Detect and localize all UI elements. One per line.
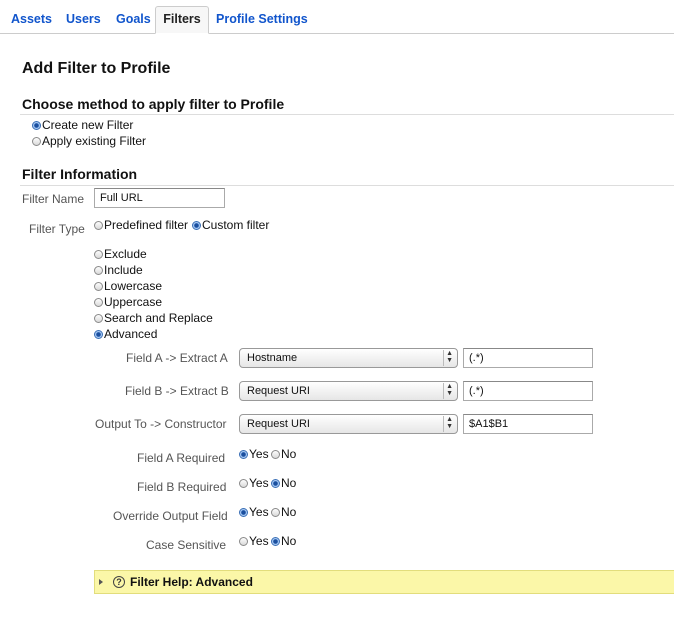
divider (20, 114, 674, 115)
radio-label: Include (104, 263, 143, 277)
radio-apply-existing-filter[interactable]: Apply existing Filter (32, 134, 146, 148)
filter-info-section-title: Filter Information (22, 166, 138, 182)
radio-label: Yes (249, 534, 269, 548)
field-b-required-no[interactable]: No (271, 476, 296, 490)
radio-selected-icon[interactable] (271, 478, 280, 488)
radio-unselected-icon[interactable] (271, 449, 280, 459)
output-select[interactable]: Request URI ▲ ▼ (239, 414, 458, 434)
radio-unselected-icon[interactable] (94, 297, 103, 307)
override-output-yes[interactable]: Yes (239, 505, 269, 519)
filter-name-input[interactable]: Full URL (94, 188, 225, 208)
radio-label: Apply existing Filter (42, 134, 147, 148)
radio-lowercase[interactable]: Lowercase (94, 279, 162, 293)
divider (20, 185, 674, 186)
radio-label: Yes (249, 505, 269, 519)
radio-label: Search and Replace (104, 311, 213, 325)
case-sensitive-yes[interactable]: Yes (239, 534, 269, 548)
radio-unselected-icon[interactable] (271, 507, 280, 517)
constructor-input[interactable]: $A1$B1 (463, 414, 593, 434)
field-a-required-yes[interactable]: Yes (239, 447, 269, 461)
radio-label: Uppercase (104, 295, 163, 309)
select-arrows-icon: ▲ ▼ (443, 350, 453, 366)
radio-label: No (281, 447, 297, 461)
field-a-required-label: Field A Required (137, 451, 226, 465)
filter-help-label[interactable]: Filter Help: Advanced (130, 575, 253, 589)
select-arrows-icon: ▲ ▼ (443, 383, 453, 399)
radio-selected-icon[interactable] (239, 507, 248, 517)
radio-unselected-icon[interactable] (239, 536, 248, 546)
field-a-label: Field A -> Extract A (126, 351, 228, 365)
radio-unselected-icon[interactable] (94, 220, 103, 230)
method-section-title: Choose method to apply filter to Profile (22, 96, 285, 112)
filter-type-label: Filter Type (29, 222, 85, 236)
tab-assets[interactable]: Assets (7, 7, 56, 34)
radio-label: No (281, 534, 297, 548)
field-a-select[interactable]: Hostname ▲ ▼ (239, 348, 458, 368)
radio-custom-filter[interactable]: Custom filter (192, 218, 269, 232)
tab-filters[interactable]: Filters (155, 6, 209, 34)
radio-unselected-icon[interactable] (94, 265, 103, 275)
radio-label: Custom filter (202, 218, 270, 232)
radio-selected-icon[interactable] (271, 536, 280, 546)
filter-name-label: Filter Name (22, 192, 85, 206)
tab-users[interactable]: Users (62, 7, 105, 34)
tab-profile-settings[interactable]: Profile Settings (212, 7, 312, 34)
case-sensitive-no[interactable]: No (271, 534, 296, 548)
question-circle-icon: ? (113, 576, 125, 588)
radio-unselected-icon[interactable] (94, 281, 103, 291)
field-b-required-label: Field B Required (137, 480, 227, 494)
page-title: Add Filter to Profile (22, 60, 171, 77)
field-a-extract-input[interactable]: (.*) (463, 348, 593, 368)
radio-create-new-filter[interactable]: Create new Filter (32, 118, 133, 132)
select-arrows-icon: ▲ ▼ (443, 416, 453, 432)
field-b-select[interactable]: Request URI ▲ ▼ (239, 381, 458, 401)
radio-label: Exclude (104, 247, 147, 261)
radio-selected-icon[interactable] (94, 329, 103, 339)
field-b-extract-input[interactable]: (.*) (463, 381, 593, 401)
field-a-required-no[interactable]: No (271, 447, 296, 461)
radio-label: Yes (249, 476, 269, 490)
radio-include[interactable]: Include (94, 263, 143, 277)
select-value: Request URI (247, 418, 310, 430)
radio-selected-icon[interactable] (192, 220, 201, 230)
radio-label: Yes (249, 447, 269, 461)
field-b-required-yes[interactable]: Yes (239, 476, 269, 490)
radio-unselected-icon[interactable] (239, 478, 248, 488)
tab-bar: Assets Users Goals Filters Profile Setti… (0, 0, 674, 34)
case-sensitive-label: Case Sensitive (146, 538, 227, 552)
override-output-label: Override Output Field (113, 509, 228, 523)
radio-selected-icon[interactable] (239, 449, 248, 459)
radio-uppercase[interactable]: Uppercase (94, 295, 162, 309)
triangle-right-icon[interactable] (99, 579, 103, 585)
field-b-label: Field B -> Extract B (125, 384, 229, 398)
radio-search-and-replace[interactable]: Search and Replace (94, 311, 213, 325)
radio-label: Predefined filter (104, 218, 189, 232)
radio-advanced[interactable]: Advanced (94, 327, 157, 341)
radio-label: Create new Filter (42, 118, 134, 132)
radio-predefined-filter[interactable]: Predefined filter (94, 218, 188, 232)
radio-selected-icon[interactable] (32, 120, 41, 130)
override-output-no[interactable]: No (271, 505, 296, 519)
output-label: Output To -> Constructor (95, 417, 227, 431)
radio-label: Lowercase (104, 279, 163, 293)
radio-unselected-icon[interactable] (94, 249, 103, 259)
filter-help-bar[interactable]: ? Filter Help: Advanced (94, 570, 674, 594)
radio-label: Advanced (104, 327, 158, 341)
select-value: Request URI (247, 385, 310, 397)
radio-unselected-icon[interactable] (94, 313, 103, 323)
radio-label: No (281, 476, 297, 490)
tab-goals[interactable]: Goals (112, 7, 155, 34)
radio-label: No (281, 505, 297, 519)
radio-unselected-icon[interactable] (32, 136, 41, 146)
select-value: Hostname (247, 352, 298, 364)
radio-exclude[interactable]: Exclude (94, 247, 147, 261)
